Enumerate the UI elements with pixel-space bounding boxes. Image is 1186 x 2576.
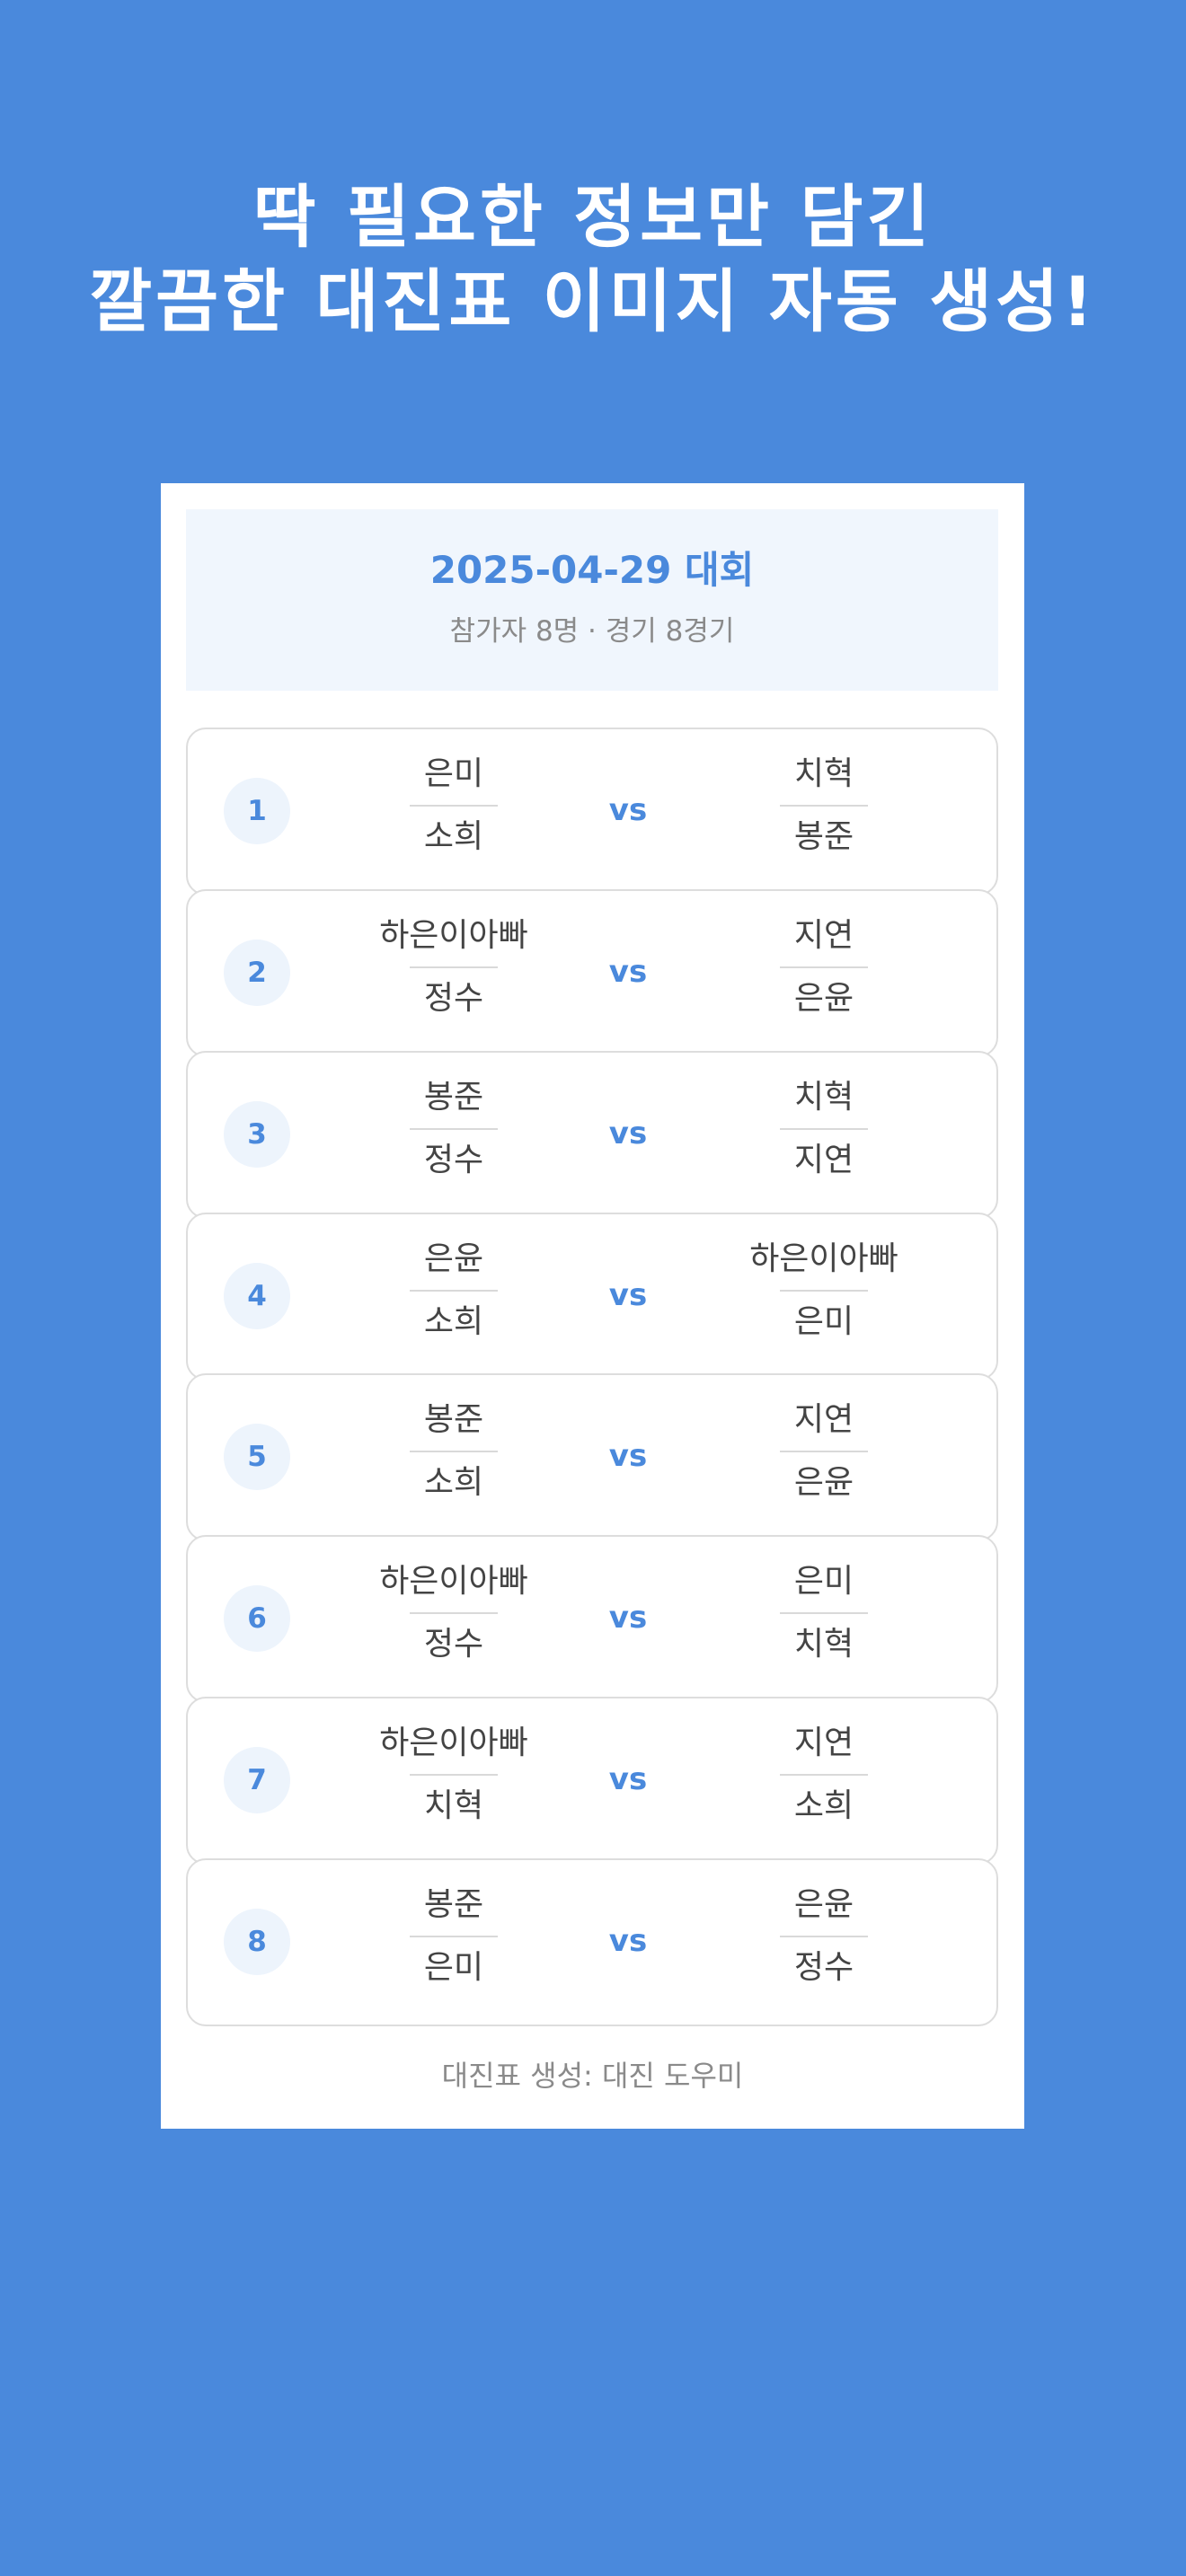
player-name: 은미 [793,1563,854,1600]
player-name: 하은이아빠 [379,1725,528,1761]
vs-label: vs [608,792,648,828]
team-left: 하은이아빠 정수 [346,1562,562,1664]
player-name: 하은이아빠 [749,1240,898,1277]
player-name: 정수 [423,980,484,1017]
player-name: 은윤 [793,980,854,1017]
player-name: 소희 [423,1464,484,1501]
match-card: 6 하은이아빠 정수 vs 은미 치혁 [186,1535,998,1703]
match-number-badge: 3 [224,1101,290,1168]
player-name: 은윤 [793,1886,854,1923]
team-right: 은미 치혁 [716,1562,932,1664]
team-left: 하은이아빠 치혁 [346,1724,562,1826]
match-card: 2 하은이아빠 정수 vs 지연 은윤 [186,889,998,1057]
team-right: 지연 소희 [716,1724,932,1826]
team-left: 은미 소희 [346,754,562,857]
match-number-badge: 2 [224,940,290,1006]
headline-line-1: 딱 필요한 정보만 담긴 [252,177,934,257]
player-name: 은윤 [423,1240,484,1277]
player-name: 은미 [423,1949,484,1986]
team-right: 지연 은윤 [716,1400,932,1503]
player-name: 소희 [793,1787,854,1824]
player-name: 하은이아빠 [379,1563,528,1600]
player-name: 봉준 [423,1079,484,1116]
vs-label: vs [608,1761,648,1797]
player-name: 봉준 [423,1401,484,1438]
vs-label: vs [608,954,648,990]
player-name: 치혁 [793,755,854,792]
player-name: 지연 [793,1142,854,1178]
team-left: 봉준 정수 [346,1078,562,1180]
vs-label: vs [608,1600,648,1636]
tournament-subtitle: 참가자 8명 · 경기 8경기 [449,615,735,648]
match-number-badge: 7 [224,1747,290,1813]
player-name: 지연 [793,917,854,954]
match-card: 4 은윤 소희 vs 하은이아빠 은미 [186,1213,998,1381]
headline-line-2: 깔끔한 대진표 이미지 자동 생성! [89,261,1097,341]
team-left: 봉준 은미 [346,1885,562,1988]
player-name: 정수 [423,1142,484,1178]
vs-label: vs [608,1923,648,1959]
player-name: 지연 [793,1401,854,1438]
player-name: 봉준 [793,818,854,855]
match-card: 5 봉준 소희 vs 지연 은윤 [186,1373,998,1541]
match-card: 8 봉준 은미 vs 은윤 정수 [186,1858,998,2026]
headline: 딱 필요한 정보만 담긴 깔끔한 대진표 이미지 자동 생성! [0,175,1186,344]
team-right: 지연 은윤 [716,916,932,1019]
player-name: 은윤 [793,1464,854,1501]
player-name: 하은이아빠 [379,917,528,954]
match-number-badge: 5 [224,1424,290,1490]
match-number-badge: 6 [224,1585,290,1652]
match-number-badge: 8 [224,1909,290,1975]
match-card: 1 은미 소희 vs 치혁 봉준 [186,728,998,895]
vs-label: vs [608,1277,648,1313]
player-name: 소희 [423,1303,484,1340]
match-number-badge: 1 [224,778,290,844]
footer-credit: 대진표 생성: 대진 도우미 [441,2059,744,2093]
player-name: 치혁 [793,1079,854,1116]
player-name: 은미 [423,755,484,792]
team-right: 하은이아빠 은미 [716,1239,932,1342]
vs-label: vs [608,1438,648,1474]
player-name: 소희 [423,818,484,855]
match-card: 7 하은이아빠 치혁 vs 지연 소희 [186,1697,998,1865]
team-right: 치혁 지연 [716,1078,932,1180]
tournament-header: 2025-04-29 대회 참가자 8명 · 경기 8경기 [186,509,998,691]
player-name: 정수 [423,1626,484,1663]
match-card: 3 봉준 정수 vs 치혁 지연 [186,1051,998,1219]
player-name: 치혁 [423,1787,484,1824]
vs-label: vs [608,1116,648,1151]
player-name: 지연 [793,1725,854,1761]
team-right: 은윤 정수 [716,1885,932,1988]
team-left: 하은이아빠 정수 [346,916,562,1019]
player-name: 봉준 [423,1886,484,1923]
team-right: 치혁 봉준 [716,754,932,857]
player-name: 은미 [793,1303,854,1340]
bracket-card: 2025-04-29 대회 참가자 8명 · 경기 8경기 1 은미 소희 vs… [161,483,1024,2129]
team-left: 봉준 소희 [346,1400,562,1503]
player-name: 정수 [793,1949,854,1986]
player-name: 치혁 [793,1626,854,1663]
tournament-title: 2025-04-29 대회 [429,548,755,592]
team-left: 은윤 소희 [346,1239,562,1342]
match-number-badge: 4 [224,1263,290,1329]
